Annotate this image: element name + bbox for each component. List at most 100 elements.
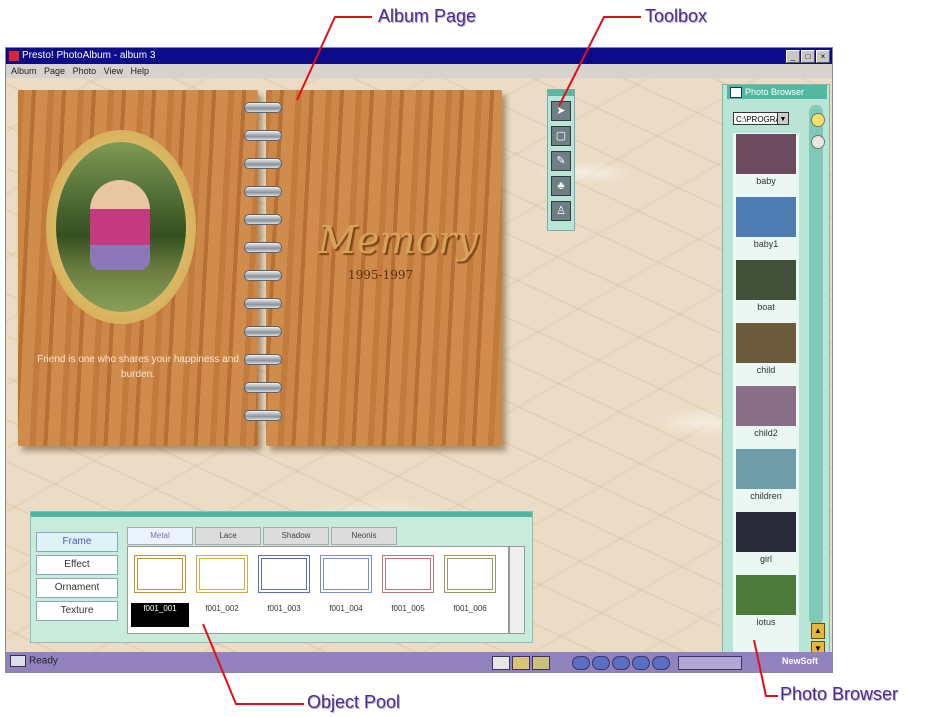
- binder-ring: [244, 298, 282, 309]
- frame-item[interactable]: [196, 555, 248, 593]
- frame-item[interactable]: [444, 555, 496, 593]
- nav-button[interactable]: [592, 656, 610, 670]
- binder-ring: [244, 354, 282, 365]
- thumbnail-image[interactable]: [736, 386, 796, 426]
- view-button[interactable]: [512, 656, 530, 670]
- photo-thumbnail[interactable]: baby1: [733, 197, 799, 259]
- toolbox-title-bar[interactable]: [548, 90, 574, 96]
- callout-album-page: Album Page: [378, 6, 477, 26]
- menu-help[interactable]: Help: [131, 66, 150, 76]
- arrow-tool-icon[interactable]: ➤: [551, 101, 571, 121]
- thumbnail-image[interactable]: [736, 512, 796, 552]
- object-pool: Frame Effect Ornament Texture Metal Lace…: [30, 511, 533, 643]
- frame-label: f001_003: [267, 604, 301, 613]
- thumbnail-label: child2: [754, 428, 778, 438]
- photo-thumbnail[interactable]: children: [733, 449, 799, 511]
- album-right-page[interactable]: Memory 1995-1997: [266, 90, 502, 446]
- photo-thumbnail[interactable]: boat: [733, 260, 799, 322]
- photoalbum-window: Presto! PhotoAlbum - album 3 _ □ × Album…: [5, 47, 833, 673]
- thumbnail-image[interactable]: [736, 323, 796, 363]
- frame-item[interactable]: [134, 555, 186, 593]
- album-years[interactable]: 1995-1997: [348, 268, 413, 282]
- tab-shadow[interactable]: Shadow: [263, 527, 329, 545]
- callout-object-pool: Object Pool: [307, 692, 401, 712]
- nav-button[interactable]: [632, 656, 650, 670]
- photo-thumbnail[interactable]: child2: [733, 386, 799, 448]
- frame-item[interactable]: [258, 555, 310, 593]
- frame-gallery: f001_001 f001_002 f001_003 f001_004 f001_005…: [127, 546, 509, 634]
- photo-thumbnail[interactable]: child: [733, 323, 799, 385]
- status-text: Ready: [29, 655, 58, 667]
- folder-path-value: C:\PROGRA: [736, 115, 781, 124]
- thumbnail-label: children: [750, 491, 782, 501]
- frame-gallery-scrollbar[interactable]: [509, 546, 525, 634]
- refresh-button[interactable]: [811, 135, 825, 149]
- status-icon: [10, 655, 26, 667]
- binder-ring: [244, 410, 282, 421]
- title-bar: Presto! PhotoAlbum - album 3 _ □ ×: [6, 48, 832, 64]
- thumbnail-image[interactable]: [736, 260, 796, 300]
- brand-logo: NewSoft: [782, 656, 818, 666]
- album-page[interactable]: Friend is one who shares your happiness …: [18, 90, 502, 446]
- tab-metal[interactable]: Metal: [127, 527, 193, 545]
- binder-ring: [244, 242, 282, 253]
- binder-ring: [244, 214, 282, 225]
- thumbnail-label: child: [756, 365, 776, 375]
- album-left-page[interactable]: Friend is one who shares your happiness …: [18, 90, 258, 446]
- photo-thumbnail[interactable]: lotus: [733, 575, 799, 637]
- toolbox: ➤ ▢ ✎ ♣ ♙: [547, 89, 575, 231]
- album-caption[interactable]: Friend is one who shares your happiness …: [30, 352, 246, 382]
- binder-ring: [244, 102, 282, 113]
- maximize-button[interactable]: □: [801, 50, 815, 63]
- app-icon: [9, 51, 19, 61]
- photo-browser: Photo Browser C:\PROGRA ▼ baby baby1 boat c…: [722, 84, 830, 658]
- chevron-down-icon[interactable]: ▼: [777, 113, 788, 124]
- photo-browser-header: Photo Browser: [727, 85, 827, 99]
- callout-photo-browser: Photo Browser: [780, 684, 899, 704]
- view-button[interactable]: [532, 656, 550, 670]
- view-button[interactable]: [492, 656, 510, 670]
- album-photo[interactable]: [56, 142, 186, 312]
- window-title: Presto! PhotoAlbum - album 3: [22, 50, 156, 61]
- menu-photo[interactable]: Photo: [73, 66, 97, 76]
- nav-button[interactable]: [652, 656, 670, 670]
- folder-button[interactable]: [811, 113, 825, 127]
- photo-browser-title: Photo Browser: [745, 87, 805, 97]
- thumbnail-image[interactable]: [736, 575, 796, 615]
- menu-view[interactable]: View: [104, 66, 123, 76]
- thumbnail-image[interactable]: [736, 134, 796, 174]
- category-frame[interactable]: Frame: [36, 532, 118, 552]
- figure-tool-icon[interactable]: ♙: [551, 201, 571, 221]
- frame-label: f001_002: [205, 604, 239, 613]
- thumbnail-image[interactable]: [736, 197, 796, 237]
- menu-album[interactable]: Album: [11, 66, 37, 76]
- object-pool-title-bar[interactable]: [31, 512, 532, 517]
- minimize-button[interactable]: _: [786, 50, 800, 63]
- thumbnail-label: lotus: [756, 617, 776, 627]
- photo-browser-scrollbar[interactable]: [809, 105, 823, 625]
- frame-item[interactable]: [320, 555, 372, 593]
- category-ornament[interactable]: Ornament: [36, 578, 118, 598]
- category-effect[interactable]: Effect: [36, 555, 118, 575]
- close-button[interactable]: ×: [816, 50, 830, 63]
- scroll-up-button[interactable]: ▲: [811, 623, 825, 639]
- folder-path-select[interactable]: C:\PROGRA ▼: [733, 112, 789, 125]
- thumbnail-list[interactable]: baby baby1 boat child child2 children girl lotu…: [733, 133, 799, 653]
- nav-button[interactable]: [572, 656, 590, 670]
- frame-item[interactable]: [382, 555, 434, 593]
- photo-thumbnail[interactable]: baby: [733, 134, 799, 196]
- photo-thumbnail[interactable]: girl: [733, 512, 799, 574]
- pencil-tool-icon[interactable]: ✎: [551, 151, 571, 171]
- menu-bar: Album Page Photo View Help: [6, 64, 832, 78]
- tab-lace[interactable]: Lace: [195, 527, 261, 545]
- frame-tool-icon[interactable]: ▢: [551, 126, 571, 146]
- thumbnail-label: girl: [759, 554, 772, 564]
- album-title[interactable]: Memory: [318, 218, 478, 262]
- tab-neonis[interactable]: Neonis: [331, 527, 397, 545]
- nav-button[interactable]: [612, 656, 630, 670]
- menu-page[interactable]: Page: [44, 66, 65, 76]
- category-texture[interactable]: Texture: [36, 601, 118, 621]
- thumbnail-image[interactable]: [736, 449, 796, 489]
- stamp-tool-icon[interactable]: ♣: [551, 176, 571, 196]
- status-bar: Ready NewSoft: [6, 652, 832, 672]
